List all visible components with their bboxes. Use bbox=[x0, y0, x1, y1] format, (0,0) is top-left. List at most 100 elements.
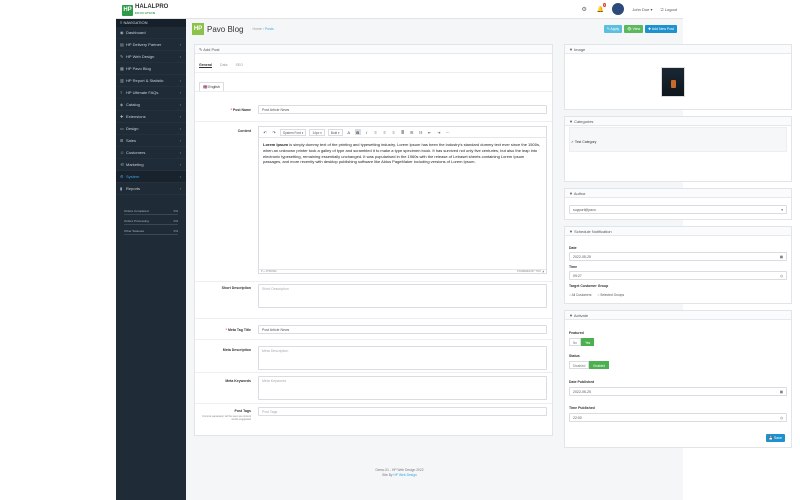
stat-item: Other Statuses 0% bbox=[124, 229, 178, 235]
page-header: HP Pavo Blog Home › Posts bbox=[192, 22, 274, 36]
align-center-icon[interactable]: ≡ bbox=[382, 129, 388, 135]
font-weight-select[interactable]: Bold ▾ bbox=[327, 128, 343, 136]
sidebar-item-label: HP Web Design bbox=[126, 54, 155, 59]
align-right-icon[interactable]: ≡ bbox=[391, 129, 397, 135]
bold-icon[interactable]: B bbox=[354, 129, 361, 135]
outdent-icon[interactable]: ⇤ bbox=[427, 129, 433, 135]
radio-all-customers[interactable]: ○ All Customers bbox=[569, 293, 591, 297]
meta-description-input[interactable]: Meta Description bbox=[258, 346, 547, 370]
featured-no-button[interactable]: No bbox=[569, 338, 582, 346]
breadcrumb-home[interactable]: Home bbox=[252, 27, 261, 31]
post-tags-input[interactable]: Post Tags bbox=[258, 407, 547, 416]
editor-content[interactable]: Lorem Ipsum is simply dummy text of the … bbox=[259, 138, 546, 169]
sidebar-item-sales[interactable]: ⊞ Sales › bbox=[116, 135, 186, 147]
sidebar-item-hp-report-statistic[interactable]: ▥ HP Report & Statistic › bbox=[116, 75, 186, 87]
sidebar-item-hp-delivery-partner[interactable]: ▤ HP Delivery Partner › bbox=[116, 39, 186, 51]
sidebar-item-catalog[interactable]: ◈ Catalog › bbox=[116, 99, 186, 111]
activate-panel-title[interactable]: ▼ Activate bbox=[565, 311, 791, 320]
clock-icon: ◷ bbox=[779, 274, 783, 278]
date-published-input[interactable]: 2022-05-25 ▦ bbox=[569, 387, 787, 396]
chevron-right-icon: › bbox=[179, 186, 181, 191]
tab-language-english[interactable]: 🇬🇧 English bbox=[199, 82, 224, 91]
calendar-icon: ▦ bbox=[779, 390, 783, 394]
settings-icon[interactable]: ⚙ bbox=[580, 5, 588, 13]
category-item[interactable]: ✓ Test Category bbox=[571, 140, 596, 144]
breadcrumb-current[interactable]: Posts bbox=[265, 27, 274, 31]
featured-yes-button[interactable]: Yes bbox=[581, 338, 595, 346]
meta-keywords-input[interactable]: Meta Keywords bbox=[258, 376, 547, 400]
time-published-input[interactable]: 22:00 ◷ bbox=[569, 413, 787, 422]
author-select[interactable]: support@pavo ▾ bbox=[569, 205, 787, 214]
bullet-list-icon[interactable]: ☰ bbox=[409, 129, 415, 135]
editor-toolbar: ↶ ↷ System Font ▾ 14px ▾ Bold ▾ A B I ≡ … bbox=[259, 127, 546, 138]
meta-title-label: * Meta Tag Title bbox=[225, 328, 251, 332]
image-panel-title[interactable]: ▼ Image bbox=[565, 45, 791, 54]
avatar[interactable] bbox=[612, 3, 625, 15]
author-panel-title[interactable]: ▼ Author bbox=[565, 189, 791, 198]
categories-panel: ▼ Categories ✓ Test Category bbox=[564, 116, 792, 182]
tab-data[interactable]: Data bbox=[220, 63, 227, 68]
sidebar-item-system[interactable]: ⚙ System › bbox=[116, 171, 186, 183]
short-description-input[interactable]: Short Description bbox=[258, 284, 547, 308]
chevron-right-icon: › bbox=[179, 150, 181, 155]
number-list-icon[interactable]: ☷ bbox=[418, 129, 424, 135]
sidebar-item-hp-web-design[interactable]: ✎ HP Web Design › bbox=[116, 51, 186, 63]
sidebar-item-design[interactable]: ▭ Design › bbox=[116, 123, 186, 135]
align-justify-icon[interactable]: ≣ bbox=[400, 129, 406, 135]
meta-title-input[interactable]: Post Article News bbox=[258, 325, 547, 334]
sidebar-item-hp-ultimate-faqs[interactable]: ? HP Ultimate FAQs › bbox=[116, 87, 186, 99]
stat-percent: 0% bbox=[173, 229, 178, 233]
schedule-date-input[interactable]: 2022-05-25 ▦ bbox=[569, 252, 787, 261]
sidebar-item-label: System bbox=[126, 174, 140, 179]
indent-icon[interactable]: ⇥ bbox=[436, 129, 442, 135]
panel-title: ✎ Add Post bbox=[195, 45, 552, 54]
footer-link[interactable]: HP Web Design bbox=[394, 473, 417, 477]
post-image-thumbnail[interactable] bbox=[661, 67, 685, 97]
view-button[interactable]: 👁 View bbox=[624, 25, 644, 33]
chevron-right-icon: › bbox=[179, 42, 181, 47]
schedule-panel-title[interactable]: ▼ Schedule Notification bbox=[565, 227, 791, 236]
align-left-icon[interactable]: ≡ bbox=[373, 129, 379, 135]
categories-panel-title[interactable]: ▼ Categories bbox=[565, 117, 791, 126]
text-color-icon[interactable]: A bbox=[346, 129, 352, 135]
brand-logo[interactable]: HP HALALPRO EDUCATION bbox=[122, 4, 168, 16]
sidebar-item-label: Catalog bbox=[126, 102, 140, 107]
radio-selected-groups[interactable]: ○ Selected Groups bbox=[597, 293, 624, 297]
calendar-icon: ▦ bbox=[779, 255, 783, 259]
sidebar-item-hp-pavo-blog[interactable]: ▦ HP Pavo Blog bbox=[116, 63, 186, 75]
sidebar-item-marketing[interactable]: ⋲ Marketing › bbox=[116, 159, 186, 171]
add-post-button[interactable]: ✚ Add New Post bbox=[645, 25, 677, 33]
sidebar-item-label: HP Ultimate FAQs bbox=[126, 90, 159, 95]
save-button[interactable]: 💾 Save bbox=[765, 434, 785, 442]
user-menu[interactable]: John Doe ▾ bbox=[632, 7, 652, 12]
bell-icon[interactable]: 🔔 3 bbox=[596, 3, 607, 13]
italic-icon[interactable]: I bbox=[364, 129, 370, 135]
featured-label: Featured bbox=[569, 331, 584, 335]
tab-seo[interactable]: SEO bbox=[235, 63, 242, 68]
undo-icon[interactable]: ↶ bbox=[262, 129, 268, 135]
status-disabled-button[interactable]: Disabled bbox=[569, 361, 590, 369]
sidebar-item-customers[interactable]: ☺ Customers › bbox=[116, 147, 186, 159]
top-bar: HP HALALPRO EDUCATION ⚙ 🔔 3 John Doe ▾ ⎋ L… bbox=[116, 0, 683, 19]
form-tabs: General Data SEO bbox=[199, 63, 243, 68]
logout-link[interactable]: ⎋ Logout bbox=[660, 7, 677, 12]
stat-bar bbox=[124, 214, 178, 215]
sidebar-item-reports[interactable]: ▮ Reports › bbox=[116, 183, 186, 195]
sidebar-item-dashboard[interactable]: ◉ Dashboard bbox=[116, 27, 186, 39]
post-name-input[interactable]: Post Article News bbox=[258, 105, 547, 114]
chevron-right-icon: › bbox=[179, 126, 181, 131]
chevron-right-icon: › bbox=[179, 174, 181, 179]
font-family-select[interactable]: System Font ▾ bbox=[280, 128, 307, 136]
more-icon[interactable]: ⋯ bbox=[445, 129, 451, 135]
sidebar-item-extensions[interactable]: ✚ Extensions › bbox=[116, 111, 186, 123]
schedule-time-input[interactable]: 09:27 ◷ bbox=[569, 271, 787, 280]
stat-bar bbox=[124, 224, 178, 225]
tab-general[interactable]: General bbox=[199, 63, 213, 68]
font-size-select[interactable]: 14px ▾ bbox=[309, 128, 325, 136]
apply-button[interactable]: ✎ Apply bbox=[603, 25, 623, 33]
meta-description-label: Meta Description bbox=[222, 348, 251, 352]
page-title: Pavo Blog bbox=[207, 24, 244, 34]
content-editor[interactable]: ↶ ↷ System Font ▾ 14px ▾ Bold ▾ A B I ≡ … bbox=[258, 126, 547, 274]
status-enabled-button[interactable]: Enabled bbox=[589, 361, 610, 369]
redo-icon[interactable]: ↷ bbox=[271, 129, 277, 135]
